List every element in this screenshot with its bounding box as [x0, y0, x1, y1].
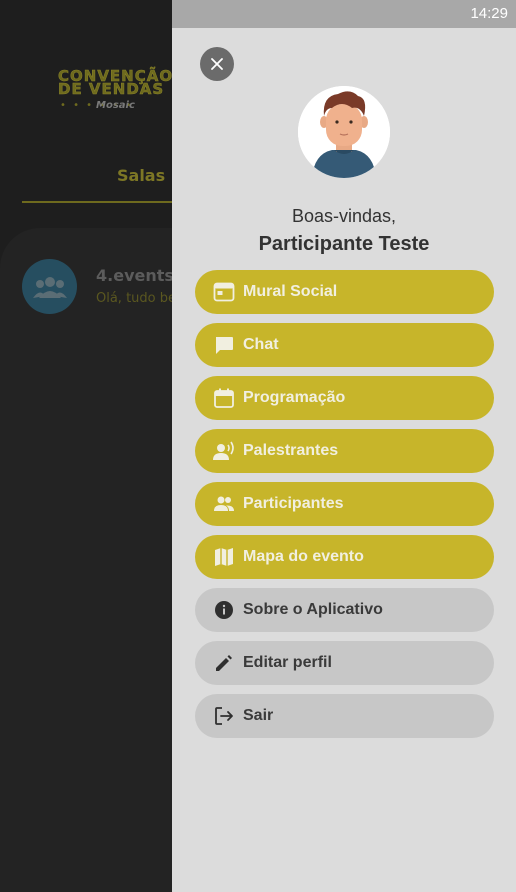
- user-avatar[interactable]: [298, 86, 390, 178]
- menu-label: Programação: [243, 389, 346, 406]
- logo-brand: Mosaic: [96, 100, 135, 111]
- menu-label: Participantes: [243, 495, 344, 512]
- close-icon: [211, 58, 223, 70]
- edit-icon: [213, 652, 235, 674]
- room-title[interactable]: 4.events: [96, 266, 174, 285]
- menu-item-participantes[interactable]: Participantes: [195, 482, 494, 526]
- menu-label: Mural Social: [243, 283, 338, 300]
- chat-icon: [213, 334, 235, 356]
- group-icon: [32, 276, 67, 298]
- avatar-illustration: [298, 86, 390, 178]
- speaker-icon: [213, 440, 235, 462]
- map-icon: [213, 546, 235, 568]
- tab-salas[interactable]: Salas: [117, 166, 165, 185]
- menu-label: Palestrantes: [243, 442, 339, 459]
- user-name: Participante Teste: [258, 233, 430, 255]
- status-time: 14:29: [470, 5, 508, 22]
- people-icon: [213, 493, 235, 515]
- menu-item-palestrantes[interactable]: Palestrantes: [195, 429, 494, 473]
- menu-item-mural-social[interactable]: Mural Social: [195, 270, 494, 314]
- close-button[interactable]: [200, 47, 234, 81]
- menu-item-sair[interactable]: Sair: [195, 694, 494, 738]
- menu-label: Sair: [243, 707, 274, 724]
- welcome-text: Boas-vindas,: [291, 206, 397, 226]
- mural-icon: [213, 281, 235, 303]
- menu-item-chat[interactable]: Chat: [195, 323, 494, 367]
- room-last-message: Olá, tudo be: [96, 291, 176, 306]
- menu-label: Sobre o Aplicativo: [243, 601, 383, 618]
- menu-item-programacao[interactable]: Programação: [195, 376, 494, 420]
- menu-label: Mapa do evento: [243, 548, 364, 565]
- menu-label: Editar perfil: [243, 654, 332, 671]
- calendar-icon: [213, 387, 235, 409]
- status-bar: 14:29: [172, 0, 516, 28]
- menu-label: Chat: [243, 336, 279, 353]
- drawer-menu: Mural Social Chat Programação Palestrant…: [195, 270, 494, 747]
- info-icon: [213, 599, 235, 621]
- menu-item-mapa-do-evento[interactable]: Mapa do evento: [195, 535, 494, 579]
- navigation-drawer: Boas-vindas, Participante Teste Mural So…: [172, 28, 516, 892]
- logout-icon: [213, 705, 235, 727]
- room-avatar[interactable]: [22, 259, 77, 314]
- menu-item-editar-perfil[interactable]: Editar perfil: [195, 641, 494, 685]
- menu-item-sobre-o-aplicativo[interactable]: Sobre o Aplicativo: [195, 588, 494, 632]
